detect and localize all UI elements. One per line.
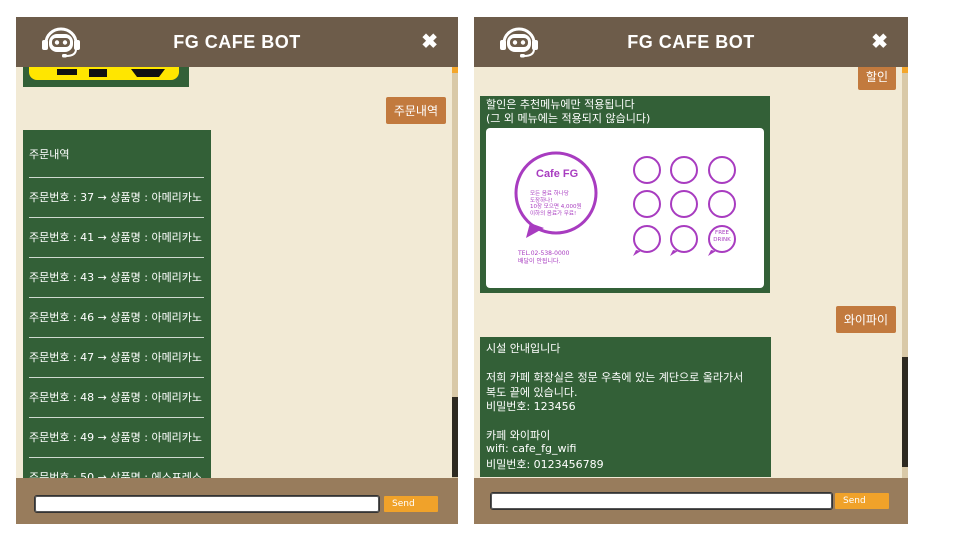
facility-line: 시설 안내입니다 <box>486 342 561 355</box>
facility-line <box>486 355 743 370</box>
discount-bubble: 할인은 추천메뉴에만 적용됩니다 (그 외 메뉴에는 적용되지 않습니다) Ca… <box>480 96 770 293</box>
cropped-image-message <box>23 67 189 87</box>
order-history-button[interactable]: 주문내역 <box>385 97 446 124</box>
scrollbar-thumb[interactable] <box>902 357 908 467</box>
facility-line: 저희 카페 화장실은 정문 우측에 있는 계단으로 올라가서 <box>486 371 744 384</box>
coupon-brand: Cafe FG <box>536 168 579 180</box>
discount-button[interactable]: 할인 <box>857 67 896 90</box>
close-icon[interactable]: ✖ <box>871 29 888 54</box>
discount-line-2: (그 외 메뉴에는 적용되지 않습니다) <box>486 112 651 125</box>
message-input[interactable] <box>34 495 380 513</box>
message-input[interactable] <box>490 492 833 510</box>
discount-line-1: 할인은 추천메뉴에만 적용됩니다 <box>486 98 635 111</box>
chatbot-window-right: FG CAFE BOT ✖ 할인 할인은 추천메뉴에만 적용됩니다 (그 외 메… <box>474 17 908 524</box>
facility-line: 카페 와이파이 <box>486 429 551 442</box>
coupon-promo: 모든 음료 하나당 도장하나! 10장 모으면 4,000원 이하의 음료가 무… <box>530 191 582 217</box>
facility-line: 비밀번호: 0123456789 <box>486 458 604 471</box>
yellow-banner-image <box>29 67 179 80</box>
facility-line: 복도 끝에 있습니다. <box>486 385 578 399</box>
chat-messages: 주문내역 주문내역 주문번호 : 37 → 상품명 : 아메리카노 주문번호 :… <box>16 67 452 478</box>
list-item: 주문번호 : 49 → 상품명 : 아메리카노 <box>29 417 204 458</box>
coupon-contact: TEL.02-538-0000 배달이 안됩니다. <box>518 250 570 265</box>
divider <box>29 137 204 178</box>
chat-header: FG CAFE BOT ✖ <box>474 17 908 67</box>
list-item: 주문번호 : 46 → 상품명 : 아메리카노 <box>29 297 204 338</box>
chat-title: FG CAFE BOT <box>627 32 755 52</box>
chat-title: FG CAFE BOT <box>173 32 301 52</box>
facility-line: wifi: cafe_fg_wifi <box>486 441 577 455</box>
free-drink-stamp: FREE DRINK <box>713 230 731 243</box>
stamp-coupon-image: Cafe FG 모든 음료 하나당 도장하나! 10장 모으면 4,000원 이… <box>486 128 764 288</box>
list-item: 주문번호 : 47 → 상품명 : 아메리카노 <box>29 337 204 378</box>
facility-line: 비밀번호: 123456 <box>486 400 576 413</box>
list-item: 주문번호 : 37 → 상품명 : 아메리카노 <box>29 177 204 218</box>
chat-messages: 할인 할인은 추천메뉴에만 적용됩니다 (그 외 메뉴에는 적용되지 않습니다) <box>474 67 902 478</box>
facility-info-bubble: 시설 안내입니다 저희 카페 화장실은 정문 우측에 있는 계단으로 올라가서 … <box>480 337 771 477</box>
wifi-button[interactable]: 와이파이 <box>835 306 896 333</box>
chat-scrollbar[interactable] <box>902 67 908 478</box>
chatbot-window-left: FG CAFE BOT ✖ 주문내역 주문내역 주문번호 : 37 → 상품명 … <box>16 17 458 524</box>
facility-line <box>486 413 743 428</box>
scrollbar-thumb[interactable] <box>452 397 458 477</box>
chat-footer: Send <box>474 478 908 524</box>
chat-scrollbar[interactable] <box>452 67 458 478</box>
list-item: 주문번호 : 48 → 상품명 : 아메리카노 <box>29 377 204 418</box>
send-button[interactable]: Send <box>835 493 889 509</box>
chat-header: FG CAFE BOT ✖ <box>16 17 458 67</box>
send-button[interactable]: Send <box>384 496 438 512</box>
list-item: 주문번호 : 50 → 상품명 : 에스프레소 <box>29 457 204 478</box>
list-item: 주문번호 : 43 → 상품명 : 아메리카노 <box>29 257 204 298</box>
close-icon[interactable]: ✖ <box>421 29 438 54</box>
list-item: 주문번호 : 41 → 상품명 : 아메리카노 <box>29 217 204 258</box>
chat-footer: Send <box>16 478 458 524</box>
order-history-bubble: 주문내역 주문번호 : 37 → 상품명 : 아메리카노 주문번호 : 41 →… <box>23 130 211 478</box>
